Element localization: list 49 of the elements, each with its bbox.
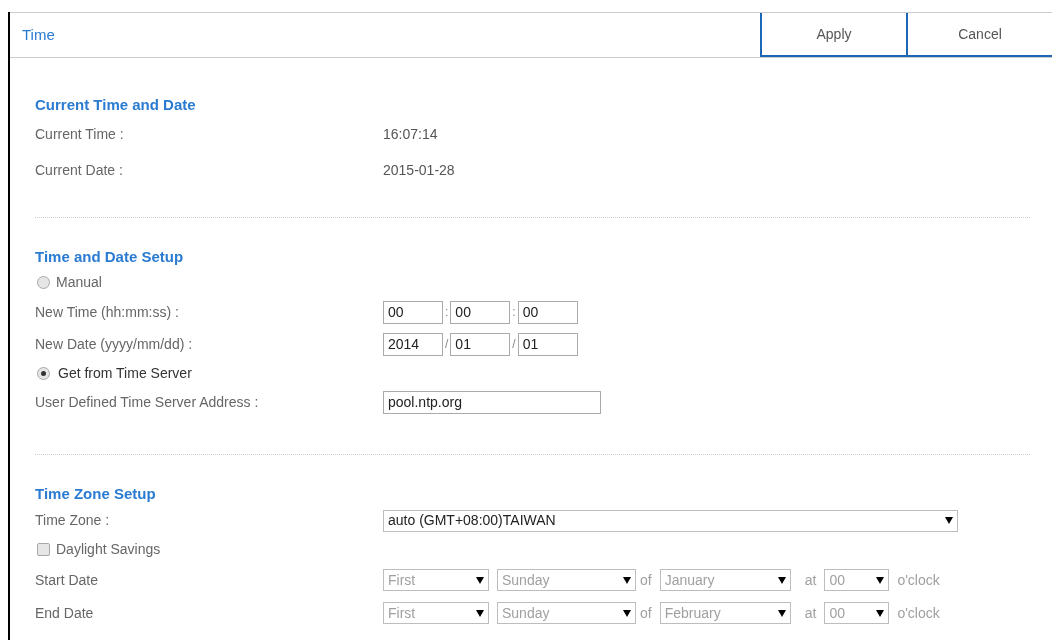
section-heading: Time and Date Setup — [35, 246, 185, 267]
field-label: Start Date — [35, 570, 100, 590]
field-value: 2015-01-28 — [383, 161, 455, 180]
dropdown[interactable]: auto (GMT+08:00)TAIWAN — [383, 509, 958, 532]
input-field[interactable]: pool.ntp.org — [383, 390, 601, 414]
field-value: 16:07:14 — [383, 125, 438, 144]
oclock-text: o'clock — [897, 570, 940, 590]
cancel-button[interactable]: Cancel — [906, 13, 1052, 57]
radio-label: Get from Time Server — [58, 363, 192, 383]
input-field[interactable]: 00 — [450, 300, 511, 324]
at-text: at — [804, 603, 817, 623]
of-text: of — [640, 570, 652, 590]
checkbox-label: Daylight Savings — [56, 540, 161, 559]
field-label: Current Time : — [35, 125, 125, 144]
checkbox[interactable] — [37, 543, 50, 556]
caret-icon — [777, 576, 786, 584]
oclock-text: o'clock — [897, 603, 940, 623]
input-field[interactable]: 00 — [517, 300, 578, 324]
apply-button[interactable]: Apply — [760, 13, 906, 57]
of-text: of — [640, 603, 652, 623]
field-label: Time Zone : — [35, 511, 111, 530]
radio-button[interactable] — [37, 275, 50, 289]
field-label: End Date — [35, 603, 95, 623]
separator: : — [444, 304, 450, 321]
field-label: New Date (yyyy/mm/dd) : — [35, 334, 194, 354]
field-label: Current Date : — [35, 161, 124, 180]
caret-icon — [476, 609, 484, 617]
input-field[interactable]: 2014 — [383, 332, 443, 356]
separator: : — [511, 304, 517, 321]
separator: / — [444, 336, 450, 353]
caret-icon — [945, 517, 953, 524]
input-field[interactable]: 01 — [450, 332, 511, 356]
field-label: User Defined Time Server Address : — [35, 392, 260, 412]
caret-icon — [623, 576, 631, 584]
at-text: at — [804, 570, 817, 590]
input-field[interactable]: 00 — [383, 300, 443, 324]
radio-label: Manual — [56, 272, 102, 292]
separator: / — [511, 336, 517, 353]
radio-button[interactable] — [37, 366, 50, 380]
section-heading: Time Zone Setup — [35, 484, 157, 504]
caret-icon — [476, 576, 484, 584]
page-title: Time — [21, 24, 56, 45]
caret-icon — [876, 576, 885, 584]
field-label: New Time (hh:mm:ss) : — [35, 302, 180, 322]
caret-icon — [876, 609, 885, 617]
caret-icon — [777, 609, 786, 617]
section-heading: Current Time and Date — [35, 95, 197, 115]
input-field[interactable]: 01 — [517, 332, 578, 356]
caret-icon — [623, 609, 631, 617]
